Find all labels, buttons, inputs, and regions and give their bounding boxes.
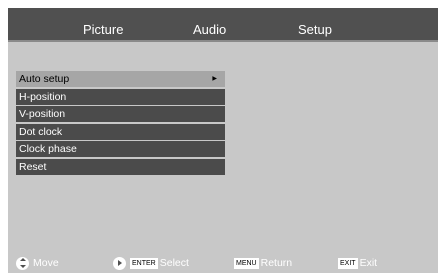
menu-item-clock-phase[interactable]: Clock phase — [16, 141, 225, 157]
menu-item-label: Auto setup — [19, 73, 70, 85]
tab-bar: Picture Audio Setup — [8, 8, 438, 40]
submenu-arrow-icon: ▶ — [212, 76, 217, 82]
right-arrow-icon — [113, 256, 126, 270]
hint-exit: EXIT Exit — [338, 256, 377, 270]
tab-divider — [8, 40, 438, 42]
up-down-arrows-icon — [16, 256, 29, 270]
exit-label: Exit — [359, 257, 378, 269]
hint-select: ENTER Select — [113, 256, 189, 270]
menu-item-dot-clock[interactable]: Dot clock — [16, 123, 225, 140]
menu-item-label: Clock phase — [19, 143, 77, 155]
menu-item-label: Reset — [19, 160, 47, 173]
hint-move: Move — [16, 256, 59, 270]
menu-key: MENU — [234, 257, 259, 269]
enter-key: ENTER — [130, 257, 158, 269]
select-label: Select — [159, 257, 189, 269]
hint-return: MENU Return — [234, 256, 292, 270]
menu-item-label: V-position — [19, 108, 66, 120]
menu-item-reset[interactable]: Reset — [16, 158, 225, 175]
menu-item-label: Dot clock — [19, 125, 63, 138]
menu-item-h-position[interactable]: H-position — [16, 88, 225, 105]
osd-screen: Picture Audio Setup Auto setup ▶ H-posit… — [8, 8, 438, 273]
menu-item-label: H-position — [19, 90, 67, 103]
menu-item-v-position[interactable]: V-position — [16, 106, 225, 122]
menu-item-auto-setup[interactable]: Auto setup ▶ — [16, 71, 225, 87]
return-label: Return — [260, 257, 293, 269]
setup-menu: Auto setup ▶ H-position V-position Dot c… — [16, 71, 225, 176]
tab-audio[interactable]: Audio — [193, 22, 226, 38]
tab-setup[interactable]: Setup — [298, 22, 332, 38]
tab-picture[interactable]: Picture — [83, 22, 123, 38]
footer-hints: Move ENTER Select MENU Return EXIT Exit — [8, 256, 438, 270]
exit-key: EXIT — [338, 257, 358, 269]
move-label: Move — [33, 257, 59, 269]
